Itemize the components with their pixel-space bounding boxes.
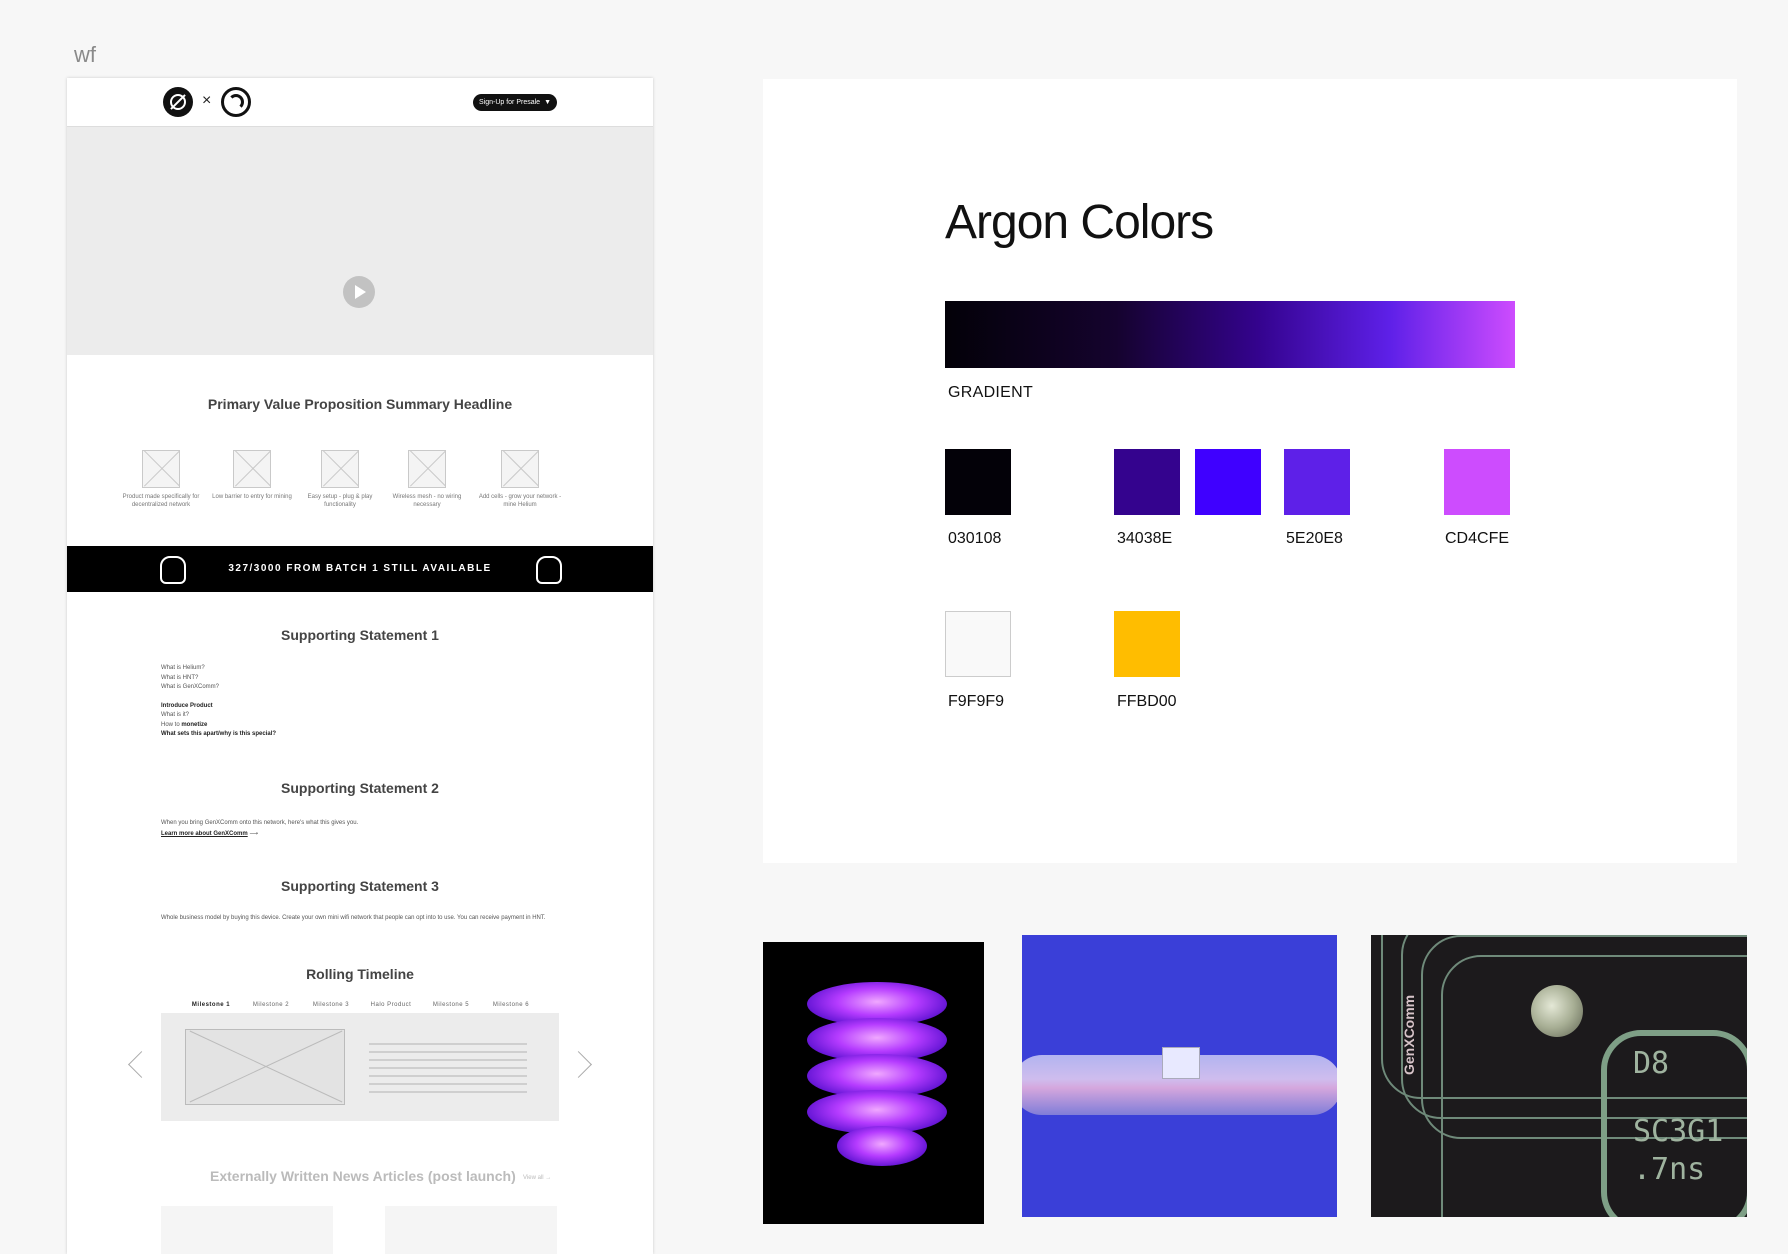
swatch-label: CD4CFE [1445, 530, 1510, 547]
frame-label: wf [74, 42, 96, 67]
feature-caption: Product made specifically for decentrali… [122, 494, 200, 508]
body-line: What is Helium? [161, 665, 205, 671]
feature-caption: Wireless mesh - no wiring necessary [392, 494, 462, 508]
color-swatch [1284, 449, 1350, 515]
supporting-statement-2-title: Supporting Statement 2 [281, 780, 439, 796]
tab-milestone-1[interactable]: Milestone 1 [181, 1002, 241, 1008]
chevron-left-icon[interactable] [128, 1051, 155, 1078]
solder-pad [1531, 985, 1583, 1037]
presale-button-label: Sign-Up for Presale [478, 99, 541, 106]
swatch-label: F9F9F9 [948, 693, 1005, 710]
swatch-label: 5E20E8 [1286, 530, 1343, 547]
chip-markings: D8 SC3G1 .7ns [1633, 1045, 1723, 1189]
glass-tube-photo [1022, 935, 1337, 1217]
feature-item: Easy setup - plug & play functionality [292, 450, 388, 509]
news-card[interactable] [385, 1206, 557, 1254]
supporting-statement-1-title: Supporting Statement 1 [281, 627, 439, 643]
supporting-statement-2-body: When you bring GenXComm onto this networ… [161, 818, 358, 840]
color-swatch [945, 449, 1011, 515]
news-section-title: Externally Written News Articles (post l… [210, 1168, 516, 1184]
uv-bulb-photo [763, 942, 984, 1224]
color-swatch [1195, 449, 1261, 515]
hand-icon [536, 556, 562, 584]
supporting-statement-3-title: Supporting Statement 3 [281, 878, 439, 894]
tube-tag [1162, 1047, 1200, 1079]
learn-more-link[interactable]: Learn more about GenXComm [161, 831, 248, 837]
palette-title: Argon Colors [945, 196, 1214, 249]
supporting-statement-3-body: Whole business model by buying this devi… [161, 915, 546, 921]
text-placeholder-line [369, 1059, 527, 1061]
wireframe-nav: × Sign-Up for Presale ▼ [67, 78, 653, 127]
image-placeholder-icon [142, 450, 180, 488]
text-placeholder-line [369, 1091, 527, 1093]
hero-video [67, 127, 653, 355]
feature-item: Add cells - grow your network - mine Hel… [472, 450, 568, 509]
text-placeholder-line [369, 1083, 527, 1085]
view-all-link[interactable]: View all → [523, 1175, 551, 1181]
body-line: What is HNT? [161, 674, 199, 681]
text-placeholder-line [369, 1067, 527, 1069]
tab-halo-product[interactable]: Halo Product [361, 1002, 421, 1008]
feature-caption: Low barrier to entry for mining [212, 494, 292, 500]
color-swatch [1114, 611, 1180, 677]
genxcomm-logo-icon[interactable] [221, 87, 251, 117]
chevron-right-icon[interactable] [565, 1051, 592, 1078]
image-placeholder-icon [501, 450, 539, 488]
tab-milestone-5[interactable]: Milestone 5 [421, 1002, 481, 1008]
chip-text-line: .7ns [1633, 1152, 1706, 1187]
genxcomm-brand-text: GenXComm [1401, 994, 1417, 1075]
image-placeholder-icon [408, 450, 446, 488]
body-line: What sets this apart/why is this special… [161, 731, 277, 737]
body-line: How to monetize [161, 721, 208, 728]
chip-text-line: SC3G1 [1633, 1114, 1724, 1149]
availability-text: 327/3000 FROM BATCH 1 STILL AVAILABLE [228, 563, 492, 574]
text-placeholder-line [369, 1043, 527, 1045]
supporting-statement-1-body: What is Helium? What is HNT? What is Gen… [161, 664, 276, 740]
helium-logo-icon[interactable] [163, 87, 193, 117]
feature-caption: Add cells - grow your network - mine Hel… [478, 494, 562, 508]
swatch-label: 34038E [1117, 530, 1173, 547]
arrow-right-icon: ⟶ [249, 831, 258, 837]
feature-caption: Easy setup - plug & play functionality [307, 494, 373, 508]
value-prop-title: Primary Value Proposition Summary Headli… [207, 396, 513, 412]
image-placeholder-icon [185, 1029, 345, 1105]
feature-item: Product made specifically for decentrali… [113, 450, 209, 509]
news-card[interactable] [161, 1206, 333, 1254]
color-swatch [1444, 449, 1510, 515]
swatch-label: 030108 [948, 530, 1002, 547]
color-swatch [945, 611, 1011, 677]
presale-signup-button[interactable]: Sign-Up for Presale ▼ [473, 94, 557, 111]
circuit-board-photo: D8 SC3G1 .7ns GenXComm [1371, 935, 1747, 1217]
body-line: What is it? [161, 712, 190, 718]
gradient-label: GRADIENT [948, 384, 1034, 401]
tab-milestone-2[interactable]: Milestone 2 [241, 1002, 301, 1008]
caret-down-icon: ▼ [544, 99, 552, 106]
swatch-label: FFBD00 [1117, 693, 1177, 710]
feature-item: Low barrier to entry for mining [204, 450, 300, 502]
body-line: Introduce Product [161, 702, 213, 709]
timeline-card [161, 1013, 559, 1121]
chip-text-line: D8 [1633, 1046, 1670, 1081]
gradient-swatch [945, 301, 1515, 368]
bulb-illustration [807, 982, 947, 1182]
rolling-timeline-title: Rolling Timeline [306, 966, 414, 982]
availability-banner: 327/3000 FROM BATCH 1 STILL AVAILABLE [67, 546, 653, 592]
color-palette-panel: Argon Colors GRADIENT 030108 34038E 5E20… [763, 79, 1737, 863]
tab-milestone-3[interactable]: Milestone 3 [301, 1002, 361, 1008]
image-placeholder-icon [233, 450, 271, 488]
tab-milestone-6[interactable]: Milestone 6 [481, 1002, 541, 1008]
play-icon[interactable] [343, 276, 375, 308]
image-placeholder-icon [321, 450, 359, 488]
wireframe-frame: × Sign-Up for Presale ▼ Primary Value Pr… [67, 78, 653, 1254]
color-swatch [1114, 449, 1180, 515]
bulb-base [837, 1126, 927, 1166]
text-placeholder-line [369, 1075, 527, 1077]
feature-item: Wireless mesh - no wiring necessary [379, 450, 475, 509]
body-line: What is GenXComm? [161, 684, 220, 690]
text-placeholder-line [369, 1051, 527, 1053]
body-line: When you bring GenXComm onto this networ… [161, 820, 359, 826]
logo-separator: × [202, 92, 212, 109]
